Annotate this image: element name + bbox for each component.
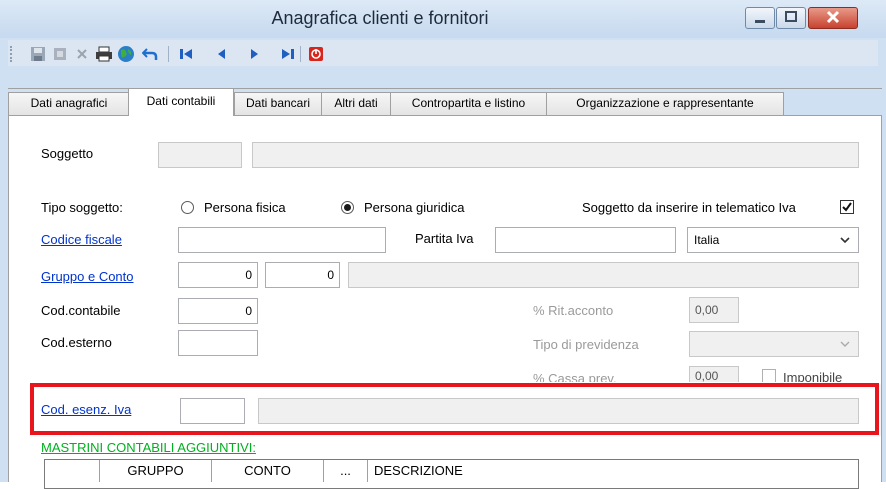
toolbar-separator <box>300 46 301 62</box>
gruppo-input[interactable]: 0 <box>178 262 258 288</box>
toolbar-grip <box>10 46 15 62</box>
radio-persona-fisica[interactable] <box>181 201 194 214</box>
soggetto-name-field[interactable] <box>252 142 859 168</box>
conto-input[interactable]: 0 <box>265 262 340 288</box>
radio-persona-giuridica[interactable] <box>341 201 354 214</box>
cod-contabile-label: Cod.contabile <box>41 303 121 318</box>
tipo-soggetto-label: Tipo soggetto: <box>41 200 123 215</box>
rit-acconto-field[interactable]: 0,00 <box>689 297 739 323</box>
tipo-previdenza-select[interactable] <box>689 331 859 357</box>
radio-persona-fisica-label: Persona fisica <box>204 200 286 215</box>
minimize-icon <box>755 20 765 23</box>
exit-icon[interactable] <box>306 44 326 64</box>
grid-header-gruppo[interactable]: GRUPPO <box>100 460 212 482</box>
tab-dati-contabili[interactable]: Dati contabili <box>128 88 234 116</box>
country-select[interactable]: Italia <box>687 227 859 253</box>
delete-icon[interactable] <box>50 44 70 64</box>
mastrini-section-title: MASTRINI CONTABILI AGGIUNTIVI: <box>41 440 257 455</box>
grid-header-descrizione[interactable]: DESCRIZIONE <box>368 460 858 482</box>
tab-organizzazione-rappresentante[interactable]: Organizzazione e rappresentante <box>546 92 784 115</box>
tab-dati-anagrafici[interactable]: Dati anagrafici <box>8 92 130 115</box>
chevron-down-icon <box>840 341 850 347</box>
maximize-icon <box>785 11 797 22</box>
check-icon <box>842 202 852 212</box>
toolbar <box>8 40 878 66</box>
highlight-box <box>30 383 879 435</box>
cod-contabile-input[interactable]: 0 <box>178 298 258 324</box>
minimize-button[interactable] <box>745 7 775 29</box>
tipo-previdenza-label: Tipo di previdenza <box>533 337 639 352</box>
codice-fiscale-link[interactable]: Codice fiscale <box>41 232 122 247</box>
country-select-value: Italia <box>694 233 720 247</box>
toolbar-separator <box>168 46 169 62</box>
first-icon[interactable] <box>176 44 196 64</box>
partita-iva-label: Partita Iva <box>415 231 474 246</box>
globe-icon[interactable] <box>116 44 136 64</box>
save-icon[interactable] <box>28 44 48 64</box>
last-icon[interactable] <box>278 44 298 64</box>
cod-esterno-label: Cod.esterno <box>41 335 112 350</box>
cod-esterno-input[interactable] <box>178 330 258 356</box>
cancel-icon[interactable] <box>72 44 92 64</box>
gruppo-descrizione-field[interactable] <box>348 262 859 288</box>
soggetto-code-field[interactable] <box>158 142 242 168</box>
chevron-down-icon <box>840 237 850 244</box>
imponibile-checkbox[interactable] <box>762 369 776 383</box>
radio-persona-giuridica-label: Persona giuridica <box>364 200 465 215</box>
next-icon[interactable] <box>244 44 264 64</box>
rit-acconto-label: % Rit.acconto <box>533 303 614 318</box>
telematico-checkbox[interactable] <box>840 200 854 214</box>
partita-iva-input[interactable] <box>495 227 676 253</box>
print-icon[interactable] <box>94 44 114 64</box>
maximize-button[interactable] <box>776 7 806 29</box>
grid-header-conto[interactable]: CONTO <box>212 460 324 482</box>
close-button[interactable] <box>808 7 858 29</box>
tab-altri-dati[interactable]: Altri dati <box>321 92 391 115</box>
previous-icon[interactable] <box>212 44 232 64</box>
tab-contropartita-listino[interactable]: Contropartita e listino <box>390 92 547 115</box>
window-title: Anagrafica clienti e fornitori <box>271 8 489 28</box>
codice-fiscale-input[interactable] <box>178 227 386 253</box>
undo-icon[interactable] <box>140 44 160 64</box>
soggetto-label: Soggetto <box>41 146 94 161</box>
gruppo-conto-link[interactable]: Gruppo e Conto <box>41 269 134 284</box>
close-icon <box>826 10 840 24</box>
grid-header-ellipsis[interactable]: ... <box>324 460 368 482</box>
grid-header-selector <box>45 460 100 482</box>
tab-dati-bancari[interactable]: Dati bancari <box>234 92 322 115</box>
telematico-label: Soggetto da inserire in telematico Iva <box>582 200 796 215</box>
